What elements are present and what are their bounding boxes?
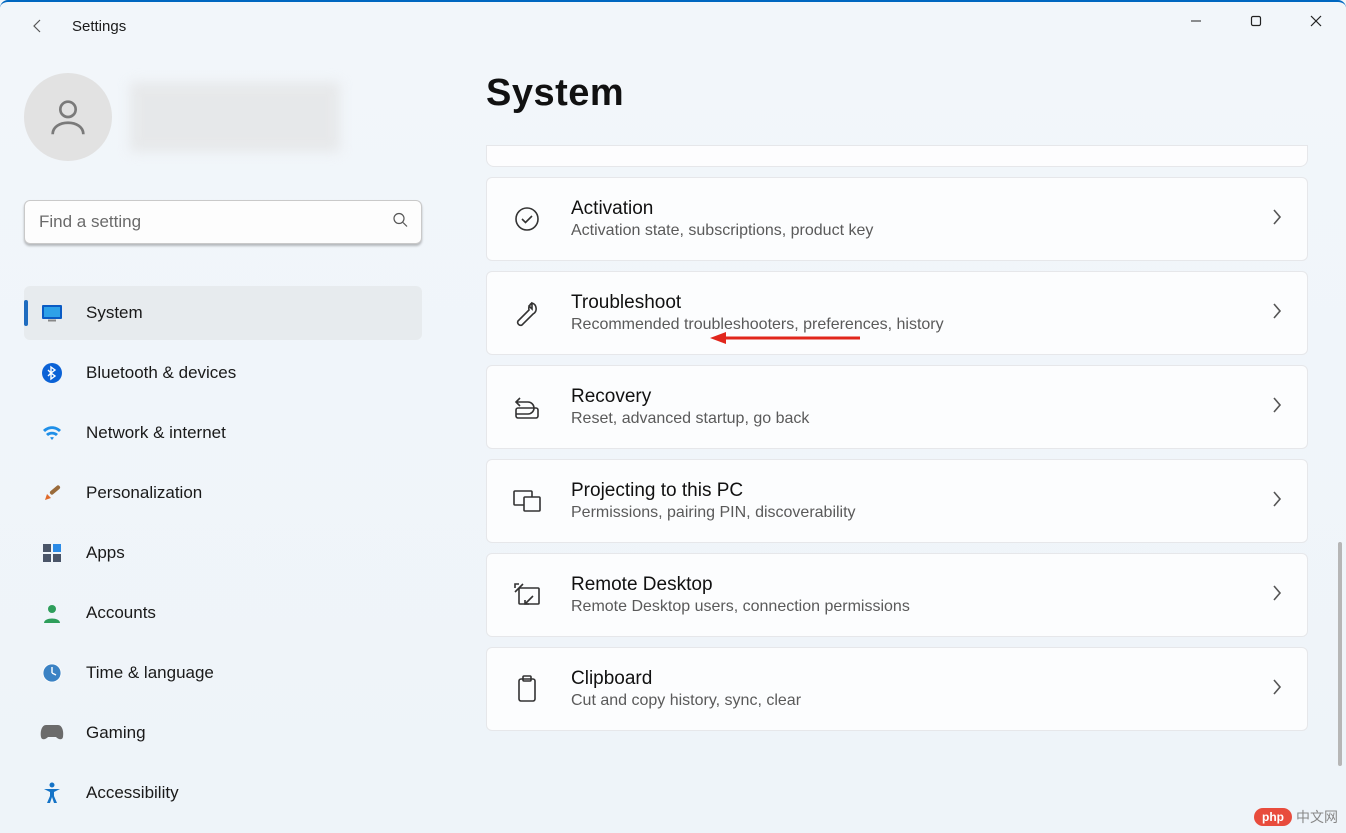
sidebar-item-label: Accessibility (86, 783, 179, 803)
scrollbar-thumb[interactable] (1338, 542, 1342, 766)
card-partial-top (486, 145, 1308, 167)
card-title: Activation (571, 198, 1243, 220)
check-circle-icon (511, 203, 543, 235)
sidebar-item-label: Time & language (86, 663, 214, 683)
project-icon (511, 485, 543, 517)
minimize-button[interactable] (1166, 2, 1226, 40)
card-text: Recovery Reset, advanced startup, go bac… (571, 386, 1243, 428)
card-text: Activation Activation state, subscriptio… (571, 198, 1243, 240)
card-title: Recovery (571, 386, 1243, 408)
avatar (24, 73, 112, 161)
search-input[interactable] (24, 200, 422, 244)
title-bar: Settings (0, 2, 1346, 50)
sidebar-item-label: Gaming (86, 723, 146, 743)
wrench-icon (511, 297, 543, 329)
gamepad-icon (40, 721, 64, 745)
window-controls (1166, 2, 1346, 40)
chevron-right-icon (1271, 396, 1283, 419)
sidebar-item-label: Personalization (86, 483, 202, 503)
card-troubleshoot[interactable]: Troubleshoot Recommended troubleshooters… (486, 271, 1308, 355)
person-icon (40, 601, 64, 625)
back-button[interactable] (22, 10, 54, 42)
sidebar-item-time-language[interactable]: Time & language (24, 646, 422, 700)
search-wrap (24, 200, 422, 244)
accessibility-icon (40, 781, 64, 805)
card-text: Remote Desktop Remote Desktop users, con… (571, 574, 1243, 616)
card-text: Clipboard Cut and copy history, sync, cl… (571, 668, 1243, 710)
sidebar-item-personalization[interactable]: Personalization (24, 466, 422, 520)
clipboard-icon (511, 673, 543, 705)
sidebar-item-label: Apps (86, 543, 125, 563)
watermark-text: 中文网 (1296, 807, 1338, 827)
wifi-icon (40, 421, 64, 445)
chevron-right-icon (1271, 490, 1283, 513)
close-button[interactable] (1286, 2, 1346, 40)
sidebar-item-accounts[interactable]: Accounts (24, 586, 422, 640)
remote-desktop-icon (511, 579, 543, 611)
card-title: Projecting to this PC (571, 480, 1243, 502)
chevron-right-icon (1271, 678, 1283, 701)
card-desc: Remote Desktop users, connection permiss… (571, 598, 1243, 616)
card-remote-desktop[interactable]: Remote Desktop Remote Desktop users, con… (486, 553, 1308, 637)
card-recovery[interactable]: Recovery Reset, advanced startup, go bac… (486, 365, 1308, 449)
display-icon (40, 301, 64, 325)
main-content: System Activation Activation state, subs… (486, 72, 1326, 833)
sidebar-item-label: System (86, 303, 143, 323)
recovery-icon (511, 391, 543, 423)
sidebar-item-system[interactable]: System (24, 286, 422, 340)
search-icon (392, 212, 408, 233)
card-text: Projecting to this PC Permissions, pairi… (571, 480, 1243, 522)
sidebar-item-network[interactable]: Network & internet (24, 406, 422, 460)
card-clipboard[interactable]: Clipboard Cut and copy history, sync, cl… (486, 647, 1308, 731)
card-desc: Reset, advanced startup, go back (571, 410, 1243, 428)
paintbrush-icon (40, 481, 64, 505)
card-desc: Recommended troubleshooters, preferences… (571, 316, 1243, 334)
app-title: Settings (72, 18, 126, 35)
card-text: Troubleshoot Recommended troubleshooters… (571, 292, 1243, 334)
card-desc: Permissions, pairing PIN, discoverabilit… (571, 504, 1243, 522)
watermark: php 中文网 (1254, 807, 1338, 827)
sidebar-item-label: Bluetooth & devices (86, 363, 236, 383)
sidebar-item-bluetooth[interactable]: Bluetooth & devices (24, 346, 422, 400)
sidebar-item-apps[interactable]: Apps (24, 526, 422, 580)
card-title: Remote Desktop (571, 574, 1243, 596)
card-projecting[interactable]: Projecting to this PC Permissions, pairi… (486, 459, 1308, 543)
card-title: Clipboard (571, 668, 1243, 690)
sidebar-item-gaming[interactable]: Gaming (24, 706, 422, 760)
nav: System Bluetooth & devices Network & int… (24, 286, 422, 820)
profile-block[interactable] (24, 62, 440, 162)
apps-icon (40, 541, 64, 565)
card-activation[interactable]: Activation Activation state, subscriptio… (486, 177, 1308, 261)
clock-globe-icon (40, 661, 64, 685)
sidebar-item-label: Accounts (86, 603, 156, 623)
chevron-right-icon (1271, 302, 1283, 325)
page-title: System (486, 72, 1326, 115)
sidebar: System Bluetooth & devices Network & int… (0, 62, 440, 826)
chevron-right-icon (1271, 584, 1283, 607)
sidebar-item-label: Network & internet (86, 423, 226, 443)
maximize-button[interactable] (1226, 2, 1286, 40)
card-desc: Activation state, subscriptions, product… (571, 222, 1243, 240)
chevron-right-icon (1271, 208, 1283, 231)
watermark-badge: php (1254, 808, 1292, 826)
bluetooth-icon (40, 361, 64, 385)
card-desc: Cut and copy history, sync, clear (571, 692, 1243, 710)
sidebar-item-accessibility[interactable]: Accessibility (24, 766, 422, 820)
card-title: Troubleshoot (571, 292, 1243, 314)
settings-card-list: Activation Activation state, subscriptio… (486, 145, 1326, 731)
profile-name-redacted (130, 82, 340, 152)
